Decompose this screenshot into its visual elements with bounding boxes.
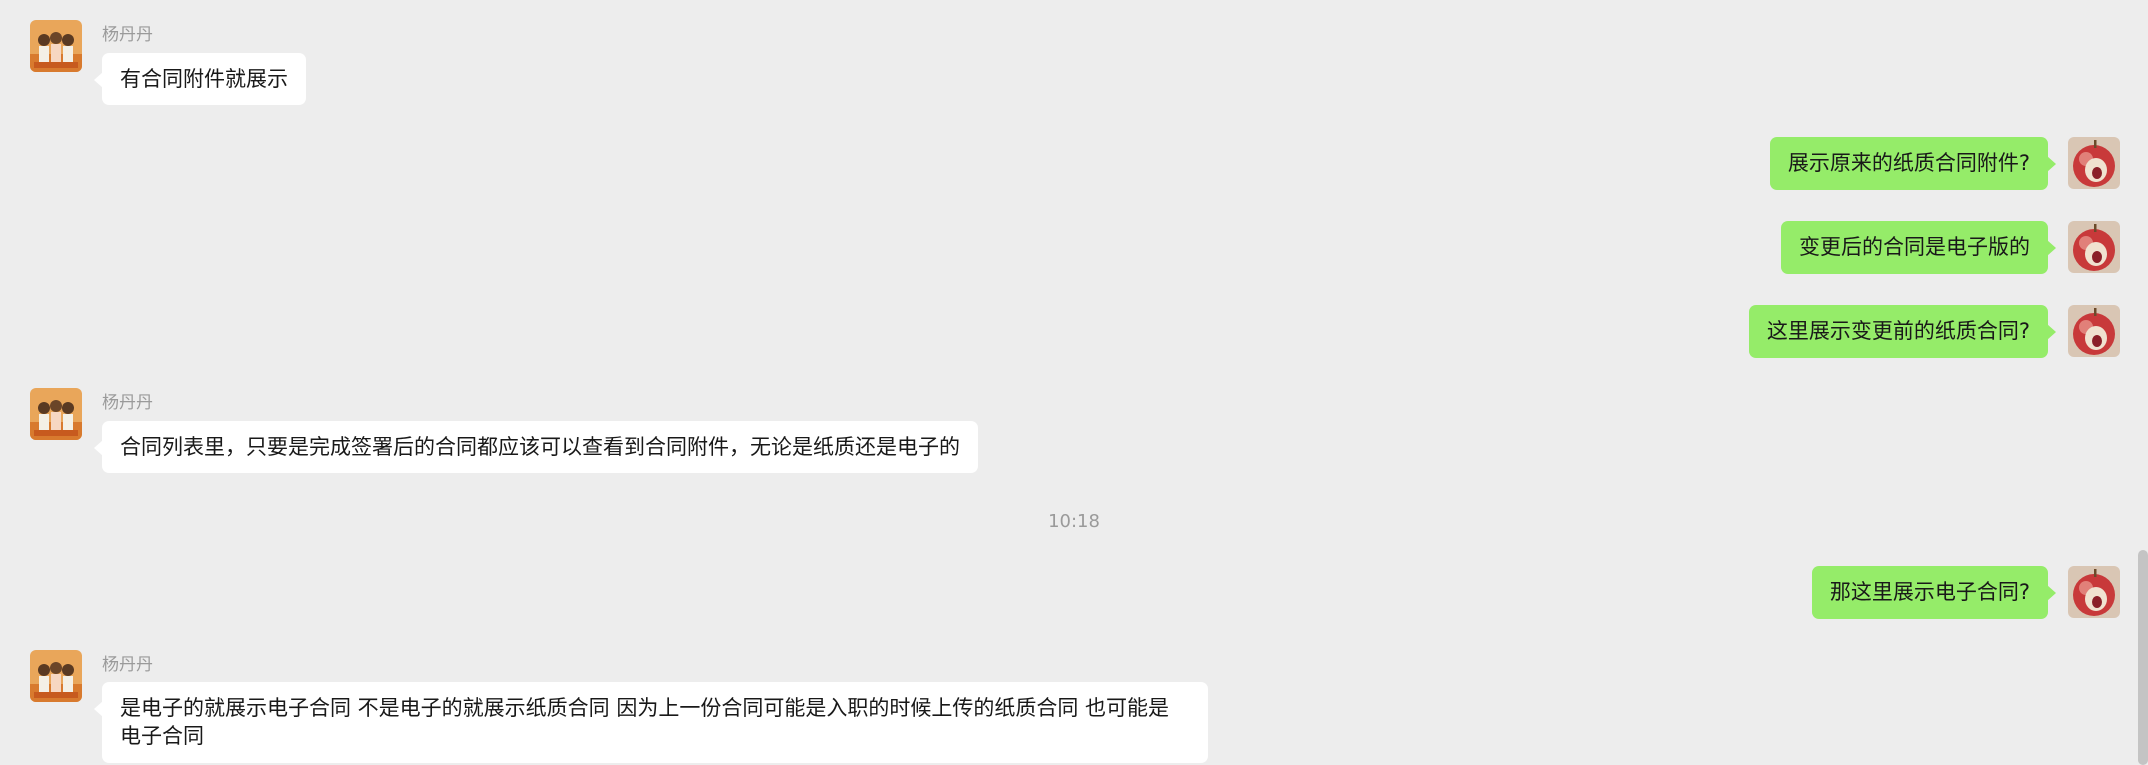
contact-avatar[interactable]	[30, 650, 82, 702]
outgoing-message-bubble[interactable]: 展示原来的纸质合同附件?	[1769, 137, 2057, 190]
my-avatar[interactable]	[2068, 137, 2120, 189]
my-avatar[interactable]	[2068, 566, 2120, 618]
outgoing-message-bubble[interactable]: 那这里展示电子合同?	[1811, 566, 2057, 619]
my-avatar[interactable]	[2068, 221, 2120, 273]
message-timestamp: 10:18	[1048, 511, 1100, 532]
contact-avatar[interactable]	[30, 388, 82, 440]
sender-name: 杨丹丹	[102, 393, 153, 413]
incoming-message-bubble[interactable]: 合同列表里，只要是完成签署后的合同都应该可以查看到合同附件，无论是纸质还是电子的	[94, 421, 978, 473]
incoming-message-bubble[interactable]: 有合同附件就展示	[94, 53, 306, 105]
contact-avatar[interactable]	[30, 20, 82, 72]
chat-scrollbar[interactable]	[2138, 550, 2148, 765]
sender-name: 杨丹丹	[102, 655, 153, 675]
my-avatar[interactable]	[2068, 305, 2120, 357]
chat-message-list: 杨丹丹 有合同附件就展示 展示原来的纸质合同附件? 变更后的合同是电子版的 这里…	[0, 0, 2148, 765]
outgoing-message-bubble[interactable]: 这里展示变更前的纸质合同?	[1748, 305, 2057, 358]
outgoing-message-bubble[interactable]: 变更后的合同是电子版的	[1781, 221, 2056, 274]
incoming-message-bubble[interactable]: 是电子的就展示电子合同 不是电子的就展示纸质合同 因为上一份合同可能是入职的时候…	[94, 682, 1208, 763]
sender-name: 杨丹丹	[102, 25, 153, 45]
